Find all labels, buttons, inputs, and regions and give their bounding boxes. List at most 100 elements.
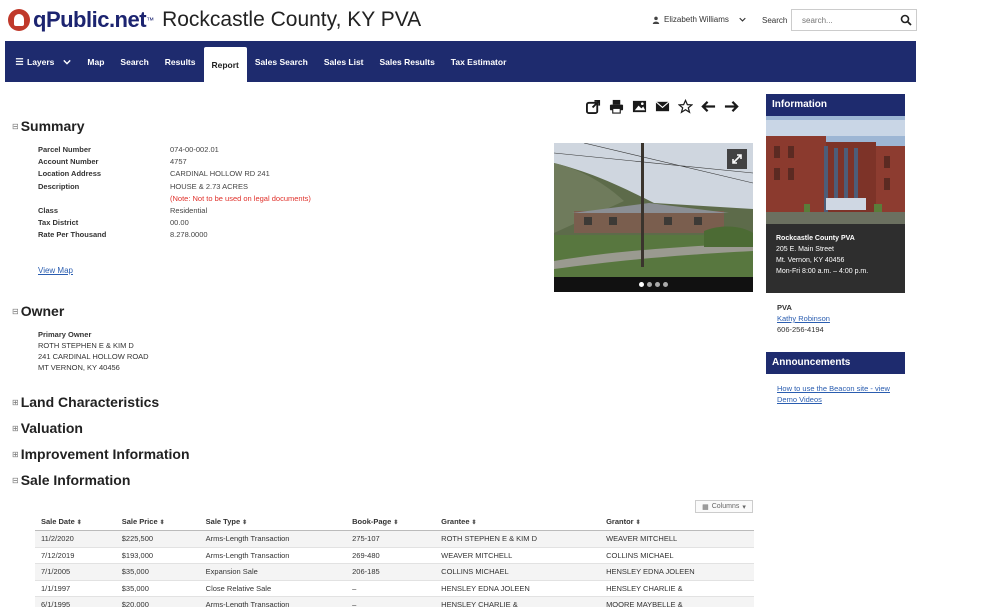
sale-information-header[interactable]: ⊟ Sale Information: [12, 472, 130, 488]
value-description: HOUSE & 2.73 ACRES: [170, 181, 248, 191]
cell-sale-price: $193,000: [115, 547, 200, 564]
nav-sales-results[interactable]: Sales Results: [372, 41, 443, 82]
improvement-information-header[interactable]: ⊞ Improvement Information: [12, 446, 190, 462]
col-grantor[interactable]: Grantor ⬍: [600, 513, 754, 531]
user-icon: [652, 16, 660, 24]
cell-sale-date: 11/2/2020: [35, 530, 116, 548]
nav-layers[interactable]: Layers: [5, 41, 79, 82]
table-header-row: Sale Date ⬍ Sale Price ⬍ Sale Type ⬍ Book-P…: [35, 513, 754, 531]
value-parcel-number: 074-00-002.01: [170, 145, 219, 154]
columns-grid-icon: ▦: [702, 503, 709, 511]
sale-information-title: Sale Information: [20, 472, 131, 488]
nav-layers-label: Layers: [27, 56, 55, 67]
valuation-title: Valuation: [20, 420, 83, 436]
summary-title: Summary: [20, 118, 85, 134]
expand-icon[interactable]: [727, 149, 747, 169]
slide-dot[interactable]: [639, 282, 644, 287]
cell-sale-type: Close Relative Sale: [199, 580, 347, 597]
star-icon[interactable]: [678, 99, 693, 114]
chevron-down-icon: [739, 17, 746, 22]
table-row: 11/2/2020 $225,500 Arms-Length Transacti…: [35, 530, 754, 548]
col-sale-price[interactable]: Sale Price ⬍: [115, 513, 200, 531]
nav-map[interactable]: Map: [79, 41, 112, 82]
search-icon[interactable]: [900, 14, 912, 26]
col-sale-date[interactable]: Sale Date ⬍: [35, 513, 116, 531]
office-hours: Mon-Fri 8:00 a.m. – 4:00 p.m.: [776, 268, 869, 275]
cell-book-page: –: [346, 580, 436, 597]
collapse-icon: ⊟: [12, 475, 19, 485]
cell-sale-date: 7/12/2019: [35, 547, 116, 564]
col-sale-type[interactable]: Sale Type ⬍: [199, 513, 347, 531]
columns-button[interactable]: ▦ Columns ▾: [695, 500, 753, 513]
columns-label: Columns: [711, 503, 740, 510]
forward-arrow-icon[interactable]: [724, 99, 739, 114]
owner-line: MT VERNON, KY 40456: [38, 363, 120, 372]
office-line: 205 E. Main Street: [776, 246, 834, 253]
cell-sale-date: 7/1/2005: [35, 563, 116, 581]
expand-toggle-icon: ⊞: [12, 449, 19, 459]
owner-title: Owner: [20, 303, 65, 319]
user-name: Elizabeth Williams: [664, 15, 729, 24]
value-rate-per-thousand: 8.278.0000: [170, 230, 208, 240]
cell-grantee: WEAVER MITCHELL: [435, 547, 601, 564]
nav-sales-list[interactable]: Sales List: [316, 41, 372, 82]
legal-note: (Note: Not to be used on legal documents…: [170, 193, 311, 203]
qpublic-logo[interactable]: qPublic.net ™ Rockcastle County, KY PVA: [8, 7, 421, 33]
nav-search[interactable]: Search: [112, 41, 156, 82]
nav-results[interactable]: Results: [157, 41, 204, 82]
cell-grantor: MOORE MAYBELLE &: [600, 596, 754, 607]
image-icon[interactable]: [632, 99, 647, 114]
collapse-icon: ⊟: [12, 121, 19, 131]
sort-icon: ⬍: [159, 520, 165, 526]
cell-sale-type: Arms-Length Transaction: [199, 530, 347, 548]
cell-grantor: COLLINS MICHAEL: [600, 547, 754, 564]
label-spacer: [38, 193, 106, 205]
main-nav: Layers Map Search Results Report Sales S…: [5, 41, 916, 82]
information-panel-header: Information: [766, 94, 905, 116]
sort-icon: ⬍: [471, 520, 477, 526]
nav-tax-estimator[interactable]: Tax Estimator: [443, 41, 515, 82]
cell-grantee: HENSLEY CHARLIE &: [435, 596, 601, 607]
owner-line: ROTH STEPHEN E & KIM D: [38, 341, 134, 350]
improvement-information-title: Improvement Information: [20, 446, 190, 462]
slide-dot[interactable]: [655, 282, 660, 287]
owner-header[interactable]: ⊟ Owner: [12, 303, 64, 319]
sort-icon: ⬍: [393, 520, 399, 526]
summary-header[interactable]: ⊟ Summary: [12, 118, 85, 134]
land-characteristics-header[interactable]: ⊞ Land Characteristics: [12, 394, 159, 410]
valuation-header[interactable]: ⊞ Valuation: [12, 420, 83, 436]
user-menu[interactable]: Elizabeth Williams: [652, 15, 746, 24]
share-icon[interactable]: [586, 99, 601, 114]
primary-owner-label: Primary Owner: [38, 330, 92, 339]
pva-name-link[interactable]: Kathy Robinson: [777, 314, 830, 323]
nav-sales-search[interactable]: Sales Search: [247, 41, 316, 82]
back-arrow-icon[interactable]: [701, 99, 716, 114]
col-book-page[interactable]: Book-Page ⬍: [346, 513, 436, 531]
site-title: Rockcastle County, KY PVA: [162, 8, 422, 31]
value-tax-district: 00.00: [170, 218, 189, 228]
announcements-header: Announcements: [766, 352, 905, 374]
cell-sale-type: Expansion Sale: [199, 563, 347, 581]
cell-grantor: HENSLEY EDNA JOLEEN: [600, 563, 754, 581]
col-grantee[interactable]: Grantee ⬍: [435, 513, 601, 531]
slide-dot[interactable]: [663, 282, 668, 287]
search-input[interactable]: [792, 10, 892, 31]
email-icon[interactable]: [655, 99, 670, 114]
label-rate-per-thousand: Rate Per Thousand: [38, 230, 107, 240]
view-map-link[interactable]: View Map: [38, 266, 73, 275]
owner-block: Primary Owner ROTH STEPHEN E & KIM D 241…: [38, 329, 149, 373]
announcement-link[interactable]: How to use the Beacon site - view Demo V…: [777, 383, 909, 405]
value-class: Residential: [170, 206, 208, 216]
cell-sale-price: $20,000: [115, 596, 200, 607]
photo-pager: [554, 277, 753, 292]
cell-book-page: 275-107: [346, 530, 436, 548]
nav-report[interactable]: Report: [203, 47, 247, 82]
property-photo[interactable]: [554, 143, 753, 292]
label-location-address: Location Address: [38, 169, 102, 179]
cell-grantee: HENSLEY EDNA JOLEEN: [435, 580, 601, 597]
cell-sale-date: 1/1/1997: [35, 580, 116, 597]
cell-sale-type: Arms-Length Transaction: [199, 596, 347, 607]
cell-sale-type: Arms-Length Transaction: [199, 547, 347, 564]
print-icon[interactable]: [609, 99, 624, 114]
slide-dot[interactable]: [647, 282, 652, 287]
